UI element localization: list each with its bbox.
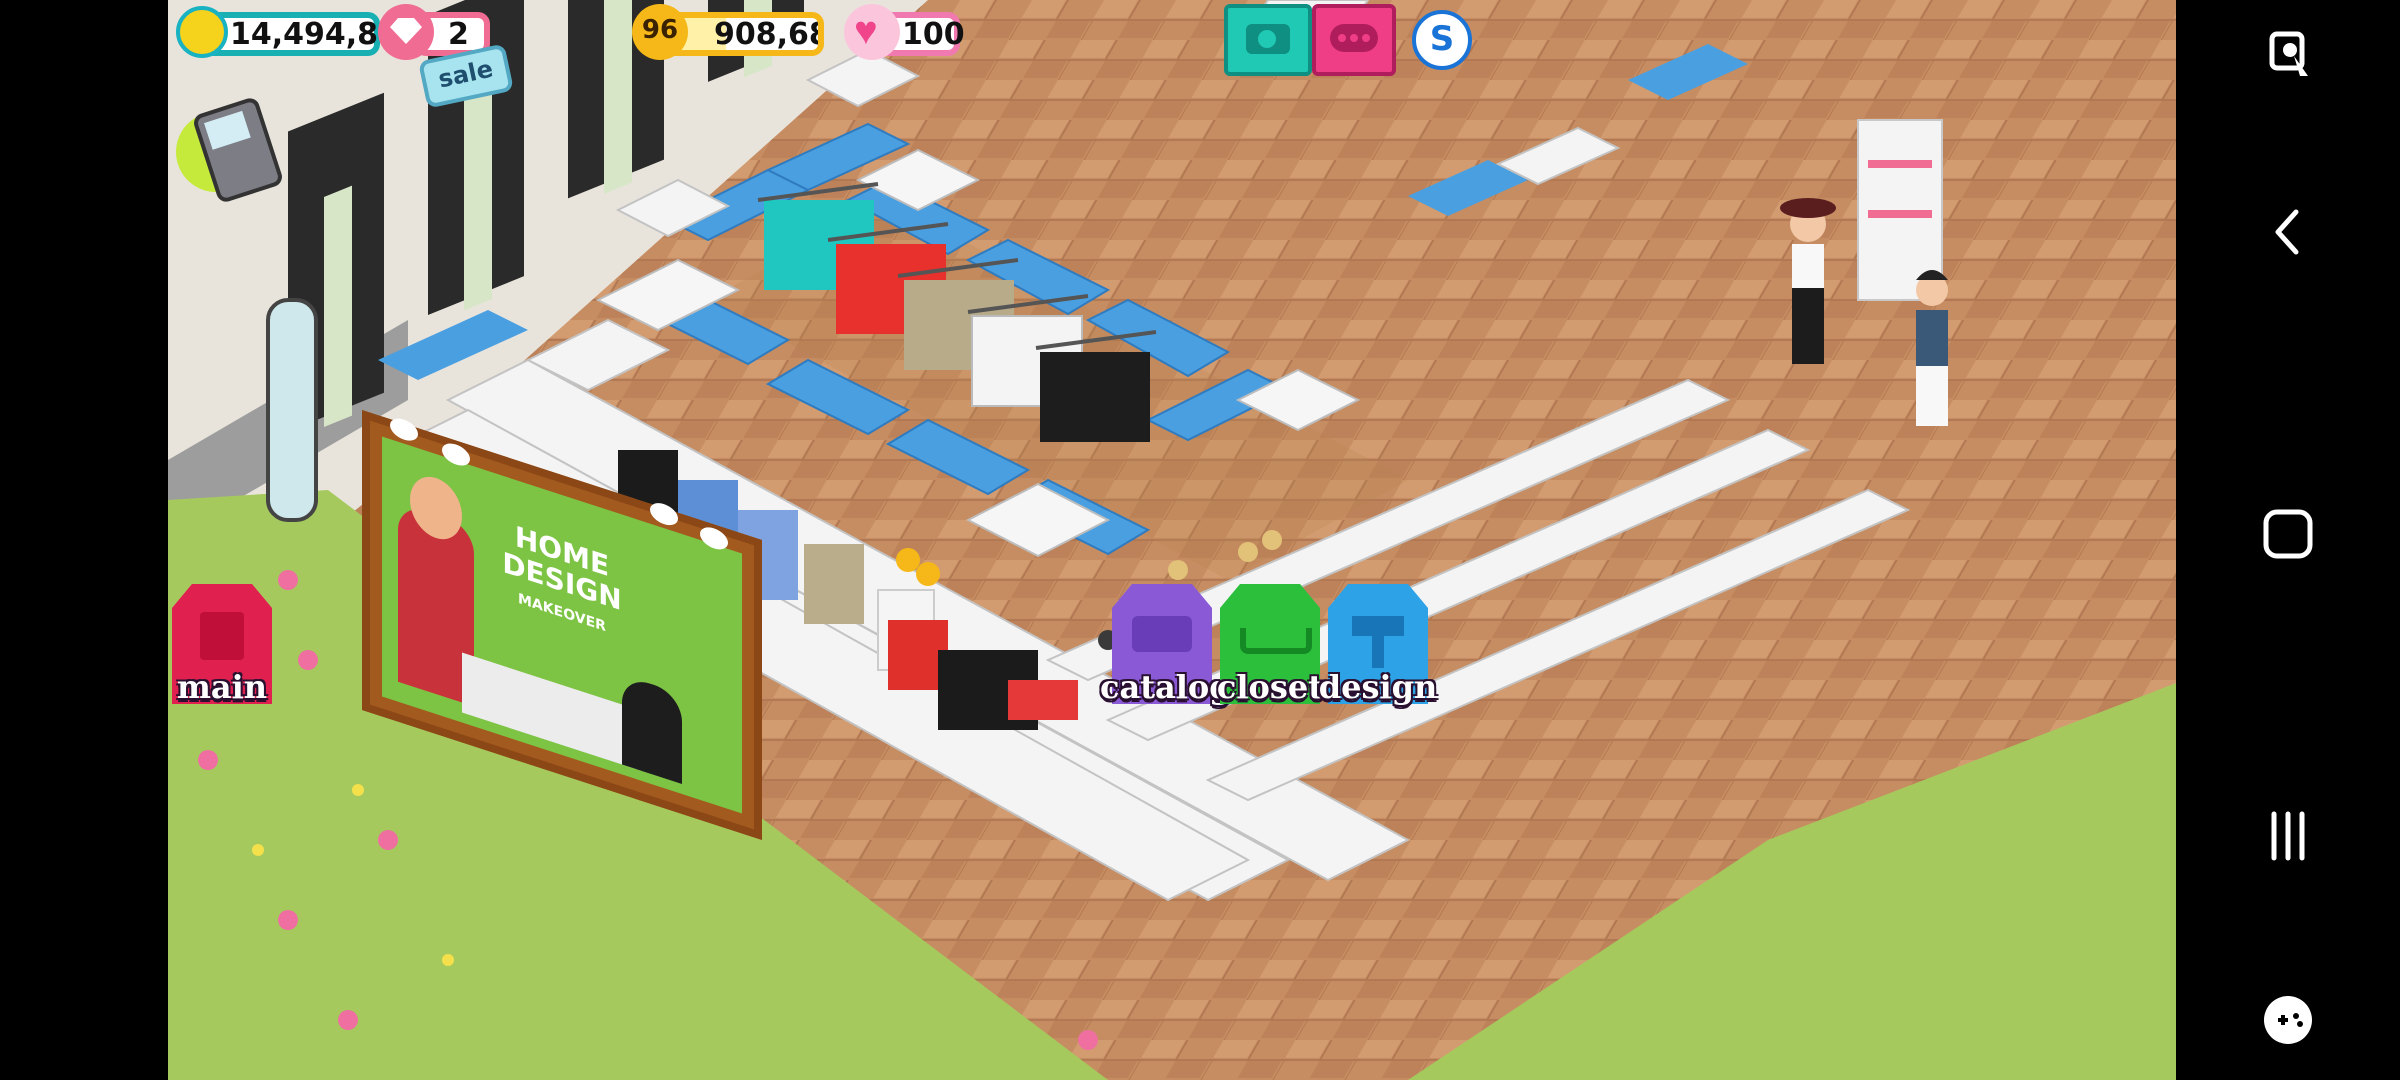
xp-pill: 908,682 — [664, 12, 824, 56]
back-button[interactable] — [2248, 192, 2328, 272]
game-tools-icon — [2264, 996, 2312, 1044]
closet-label: closet — [1216, 668, 1324, 706]
design-tab[interactable]: design — [1319, 572, 1437, 708]
xp-value: 908,682 — [714, 16, 818, 52]
chat-icon — [1330, 24, 1378, 52]
system-nav-bar — [2176, 0, 2400, 1080]
design-label: design — [1318, 668, 1438, 706]
gem-icon — [378, 4, 434, 60]
phone-button[interactable] — [176, 95, 285, 205]
heart-icon: ♥ — [844, 4, 900, 60]
chat-button[interactable] — [1312, 4, 1396, 76]
sims-logo-button[interactable]: S — [1412, 10, 1472, 70]
home-button[interactable] — [2248, 494, 2328, 574]
screenshot-edit-button[interactable] — [2248, 14, 2328, 94]
camera-button[interactable] — [1224, 4, 1312, 76]
main-tab[interactable]: main — [172, 572, 272, 708]
screenshot-edit-icon — [2269, 31, 2308, 76]
hearts-value: 100 — [902, 16, 965, 52]
level-star-icon: 96 — [632, 4, 688, 60]
back-icon — [2275, 209, 2299, 255]
closet-tab[interactable]: closet — [1217, 572, 1323, 708]
catalog-tab[interactable]: catalog — [1100, 572, 1232, 708]
gems-value: 2 — [448, 16, 469, 52]
coin-icon — [176, 6, 228, 58]
game-scene[interactable]: HOME DESIGN MAKEOVER 14,494,890 2 sale 9… — [168, 0, 2184, 1080]
camera-icon — [1246, 24, 1290, 54]
recents-button[interactable] — [2248, 796, 2328, 876]
recents-icon — [2271, 811, 2305, 861]
main-label: main — [176, 668, 267, 706]
billboard-title: HOME DESIGN MAKEOVER — [482, 513, 642, 655]
game-tools-button[interactable] — [2248, 980, 2328, 1060]
home-icon — [2263, 509, 2313, 559]
catalog-label: catalog — [1100, 668, 1232, 706]
billboard-woman — [622, 674, 682, 784]
